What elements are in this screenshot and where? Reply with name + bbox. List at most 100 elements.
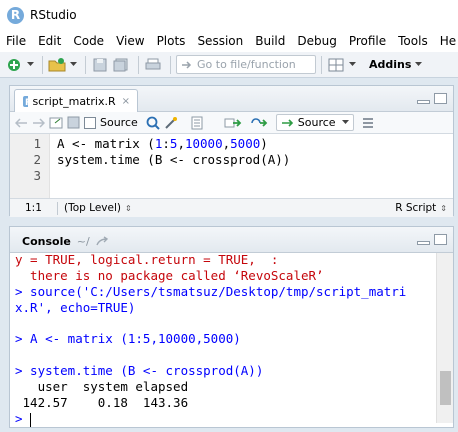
- editor-status-bar: 1:1 (Top Level) ⇕ R Script ⇕: [10, 198, 453, 217]
- console-scrollbar[interactable]: [436, 253, 453, 423]
- line-number: 2: [33, 152, 41, 167]
- code-number: 5000: [230, 136, 261, 151]
- addins-label: Addins: [369, 58, 412, 71]
- dropdown-arrow-icon[interactable]: [348, 57, 356, 73]
- minimize-pane-button[interactable]: [417, 100, 430, 104]
- code-line: system.time (B <- crossprod(A)): [57, 152, 291, 167]
- toolbar-divider: [85, 55, 86, 74]
- menu-code[interactable]: Code: [73, 34, 104, 48]
- console-window-controls: [413, 234, 447, 245]
- workspace-panes-icon[interactable]: [327, 57, 345, 73]
- console-tab-label: Console: [22, 235, 71, 248]
- source-arrow-icon: [281, 118, 293, 127]
- open-project-icon[interactable]: [48, 57, 66, 73]
- maximize-pane-button[interactable]: [434, 234, 447, 245]
- menu-profile[interactable]: Profile: [349, 34, 386, 48]
- console-pane: Console ~/ y = TRUE, logical.return = TR…: [9, 226, 454, 428]
- save-icon[interactable]: [67, 116, 80, 129]
- code-line: A <- matrix (1:5,10000,5000): [57, 136, 268, 151]
- scope-selector[interactable]: (Top Level) ⇕: [64, 202, 132, 214]
- console-path: ~/: [76, 235, 90, 248]
- line-number: 1: [33, 136, 41, 151]
- menu-plots[interactable]: Plots: [157, 34, 186, 48]
- line-number-gutter: 1 2 3: [10, 134, 50, 198]
- editor-window-controls: [413, 93, 447, 104]
- forward-arrow-icon[interactable]: [32, 117, 45, 128]
- menu-bar: File Edit Code View Plots Session Build …: [0, 30, 458, 52]
- menu-edit[interactable]: Edit: [38, 34, 61, 48]
- console-tab-bar: Console ~/: [10, 227, 453, 253]
- rstudio-logo-icon: R: [7, 6, 24, 24]
- toolbar-divider: [321, 55, 322, 74]
- cursor-position: 1:1: [25, 202, 42, 214]
- rerun-icon[interactable]: [250, 117, 268, 129]
- toolbar-divider: [170, 55, 171, 74]
- code-number: 10000: [184, 136, 223, 151]
- editor-toolbar: Source Source: [10, 112, 453, 134]
- goto-arrow-icon: [182, 60, 192, 69]
- console-line: 142.57 0.18 143.36: [15, 395, 196, 410]
- menu-session[interactable]: Session: [197, 34, 243, 48]
- compile-report-icon[interactable]: [190, 116, 204, 130]
- code-editor[interactable]: 1 2 3 A <- matrix (1:5,10000,5000) syste…: [10, 134, 453, 198]
- svg-text:R: R: [25, 98, 28, 108]
- menu-help[interactable]: He: [440, 34, 456, 48]
- goto-file-input[interactable]: Go to file/function: [176, 55, 316, 74]
- save-all-icon[interactable]: [112, 57, 130, 73]
- back-arrow-icon[interactable]: [15, 117, 28, 128]
- code-number: 1: [154, 136, 163, 151]
- show-in-window-icon[interactable]: [49, 117, 63, 129]
- addins-dropdown-icon: [415, 62, 423, 66]
- prompt-symbol: >: [15, 411, 31, 426]
- console-line: there is no package called ‘RevoScaleR’: [15, 268, 324, 283]
- editor-pane: R script_matrix.R × Source Source 1 2: [9, 85, 454, 217]
- scrollbar-thumb[interactable]: [440, 371, 451, 405]
- source-button-label: Source: [297, 116, 336, 129]
- source-on-save-label: Source: [100, 116, 138, 129]
- magic-wand-icon[interactable]: [164, 116, 178, 130]
- menu-tools[interactable]: Tools: [398, 34, 428, 48]
- tab-script-matrix[interactable]: R script_matrix.R ×: [14, 89, 138, 112]
- file-type-selector[interactable]: R Script ⇕: [395, 202, 447, 214]
- console-line: user system elapsed: [15, 379, 196, 394]
- console-line: y = TRUE, logical.return = TRUE, :: [15, 252, 279, 267]
- line-number: 3: [33, 168, 41, 183]
- minimize-pane-button[interactable]: [417, 241, 430, 245]
- text-cursor: [30, 412, 32, 427]
- menu-debug[interactable]: Debug: [297, 34, 336, 48]
- maximize-pane-button[interactable]: [434, 93, 447, 104]
- run-icon[interactable]: [224, 117, 242, 129]
- save-icon[interactable]: [91, 57, 109, 73]
- addins-menu[interactable]: Addins: [369, 58, 423, 71]
- console-output[interactable]: y = TRUE, logical.return = TRUE, : there…: [10, 252, 453, 427]
- main-toolbar: Go to file/function Addins: [0, 52, 458, 78]
- console-line: > A <- matrix (1:5,10000,5000): [15, 331, 241, 346]
- dropdown-arrow-icon[interactable]: [26, 57, 34, 73]
- console-line: x.R', echo=TRUE): [15, 300, 136, 315]
- search-icon[interactable]: [146, 116, 160, 130]
- outline-icon[interactable]: [362, 117, 374, 129]
- new-file-icon[interactable]: [5, 57, 23, 73]
- dropdown-arrow-icon[interactable]: [69, 57, 77, 73]
- source-button[interactable]: Source: [275, 114, 354, 131]
- print-icon[interactable]: [144, 57, 162, 73]
- console-go-icon[interactable]: [96, 236, 110, 247]
- menu-file[interactable]: File: [6, 34, 26, 48]
- r-file-icon: R: [23, 95, 29, 108]
- source-on-save-checkbox[interactable]: [84, 116, 96, 129]
- title-bar: R RStudio: [0, 0, 458, 30]
- menu-view[interactable]: View: [116, 34, 144, 48]
- window-title: RStudio: [30, 8, 77, 22]
- console-line: > system.time (B <- crossprod(A)): [15, 363, 264, 378]
- code-number: 5: [169, 136, 178, 151]
- console-line: > source('C:/Users/tsmatsuz/Desktop/tmp/…: [15, 284, 407, 299]
- goto-placeholder: Go to file/function: [197, 58, 296, 71]
- editor-tab-bar: R script_matrix.R ×: [10, 86, 453, 112]
- console-prompt[interactable]: >: [15, 411, 32, 427]
- scope-updown-icon: ⇕: [124, 203, 132, 213]
- toolbar-divider: [42, 55, 43, 74]
- source-dropdown-icon: [341, 120, 349, 124]
- close-icon[interactable]: ×: [122, 96, 130, 107]
- menu-build[interactable]: Build: [255, 34, 285, 48]
- tab-console[interactable]: Console ~/: [14, 230, 117, 253]
